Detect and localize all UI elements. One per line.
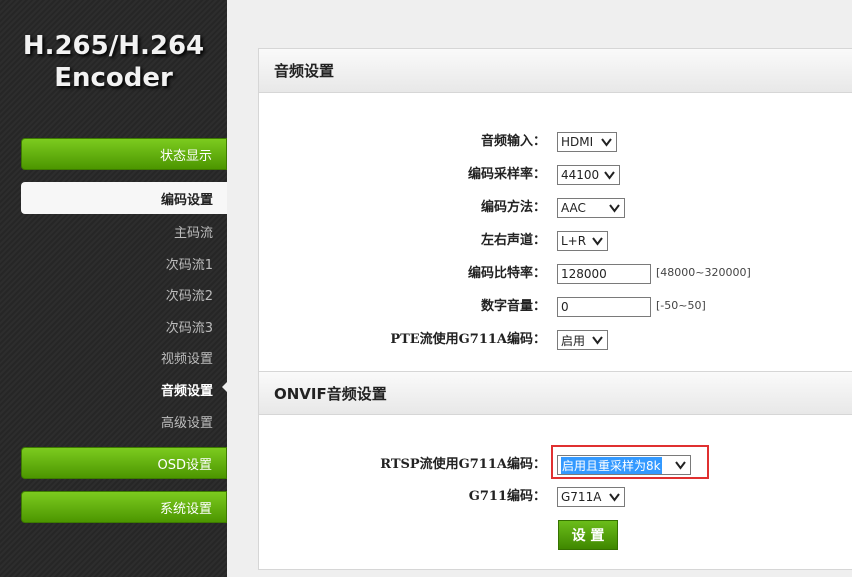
volume-label: 数字音量： <box>480 299 546 314</box>
nav-system-label: 系统设置 <box>159 501 212 517</box>
sidebar-item-advanced-settings[interactable]: 高级设置 <box>161 412 213 431</box>
sample-rate-value: 44100 <box>561 168 600 182</box>
pte-g711a-label: PTE流使用G711A编码： <box>390 332 546 347</box>
row-channel: 左右声道： L+R <box>259 230 852 252</box>
chevron-down-icon <box>609 204 620 213</box>
sidebar-item-sub-stream-3[interactable]: 次码流3 <box>166 317 213 336</box>
sample-rate-label: 编码采样率： <box>467 167 546 182</box>
sidebar-item-main-stream[interactable]: 主码流 <box>174 222 213 241</box>
g711-select[interactable]: G711A <box>557 487 625 507</box>
encode-method-value: AAC <box>561 201 586 215</box>
main-content: 音频设置 音频输入： HDMI 编码采样率： 44100 编码方法： AAC 左… <box>227 0 852 577</box>
sidebar-item-sub-stream-1[interactable]: 次码流1 <box>166 254 213 273</box>
logo: H.265/H.264 Encoder <box>0 30 227 94</box>
channel-select[interactable]: L+R <box>557 231 608 251</box>
bitrate-range-hint: [48000~320000] <box>656 266 751 279</box>
nav-status-label: 状态显示 <box>159 148 212 164</box>
nav-osd-label: OSD设置 <box>157 457 213 473</box>
nav-encode-button[interactable]: 编码设置 <box>21 182 227 214</box>
pte-g711a-value: 启用 <box>561 333 586 348</box>
row-volume: 数字音量： 0 [-50~50] <box>259 296 852 318</box>
row-sample-rate: 编码采样率： 44100 <box>259 164 852 186</box>
row-audio-input: 音频输入： HDMI <box>259 131 852 153</box>
audio-input-select[interactable]: HDMI <box>557 132 617 152</box>
bitrate-input[interactable]: 128000 <box>557 264 651 284</box>
rtsp-g711a-label: RTSP流使用G711A编码： <box>380 457 546 472</box>
sample-rate-select[interactable]: 44100 <box>557 165 620 185</box>
chevron-down-icon <box>609 493 620 502</box>
volume-input[interactable]: 0 <box>557 297 651 317</box>
bitrate-label: 编码比特率： <box>467 266 546 281</box>
sidebar-item-video-settings[interactable]: 视频设置 <box>161 348 213 367</box>
onvif-section-title: ONVIF音频设置 <box>259 371 852 415</box>
chevron-down-icon <box>592 336 603 345</box>
row-pte-g711a: PTE流使用G711A编码： 启用 <box>259 329 852 351</box>
chevron-down-icon <box>604 171 615 180</box>
sidebar-item-audio-settings[interactable]: 音频设置 <box>161 380 213 399</box>
nav-system-button[interactable]: 系统设置 <box>21 491 227 523</box>
audio-input-value: HDMI <box>561 135 594 149</box>
row-encode-method: 编码方法： AAC <box>259 197 852 219</box>
row-g711: G711编码： G711A <box>259 486 852 508</box>
nav-status-button[interactable]: 状态显示 <box>21 138 227 170</box>
volume-range-hint: [-50~50] <box>656 299 706 312</box>
sidebar: H.265/H.264 Encoder 状态显示 编码设置 主码流 次码流1 次… <box>0 0 228 577</box>
nav-encode-label: 编码设置 <box>160 192 213 208</box>
row-bitrate: 编码比特率： 128000 [48000~320000] <box>259 263 852 285</box>
channel-value: L+R <box>561 234 587 248</box>
settings-panel: 音频设置 音频输入： HDMI 编码采样率： 44100 编码方法： AAC 左… <box>258 48 852 570</box>
g711-label: G711编码： <box>468 489 546 504</box>
audio-section-title: 音频设置 <box>259 49 852 93</box>
highlight-box <box>551 445 709 479</box>
pte-g711a-select[interactable]: 启用 <box>557 330 608 350</box>
nav-osd-button[interactable]: OSD设置 <box>21 447 227 479</box>
encode-method-label: 编码方法： <box>480 200 546 215</box>
logo-line2: Encoder <box>54 63 173 93</box>
save-button[interactable]: 设 置 <box>558 520 618 550</box>
g711-value: G711A <box>561 490 602 504</box>
chevron-down-icon <box>601 138 612 147</box>
sidebar-item-sub-stream-2[interactable]: 次码流2 <box>166 285 213 304</box>
logo-line1: H.265/H.264 <box>22 31 205 61</box>
encode-method-select[interactable]: AAC <box>557 198 625 218</box>
channel-label: 左右声道： <box>480 233 546 248</box>
audio-input-label: 音频输入： <box>480 134 546 149</box>
chevron-down-icon <box>592 237 603 246</box>
